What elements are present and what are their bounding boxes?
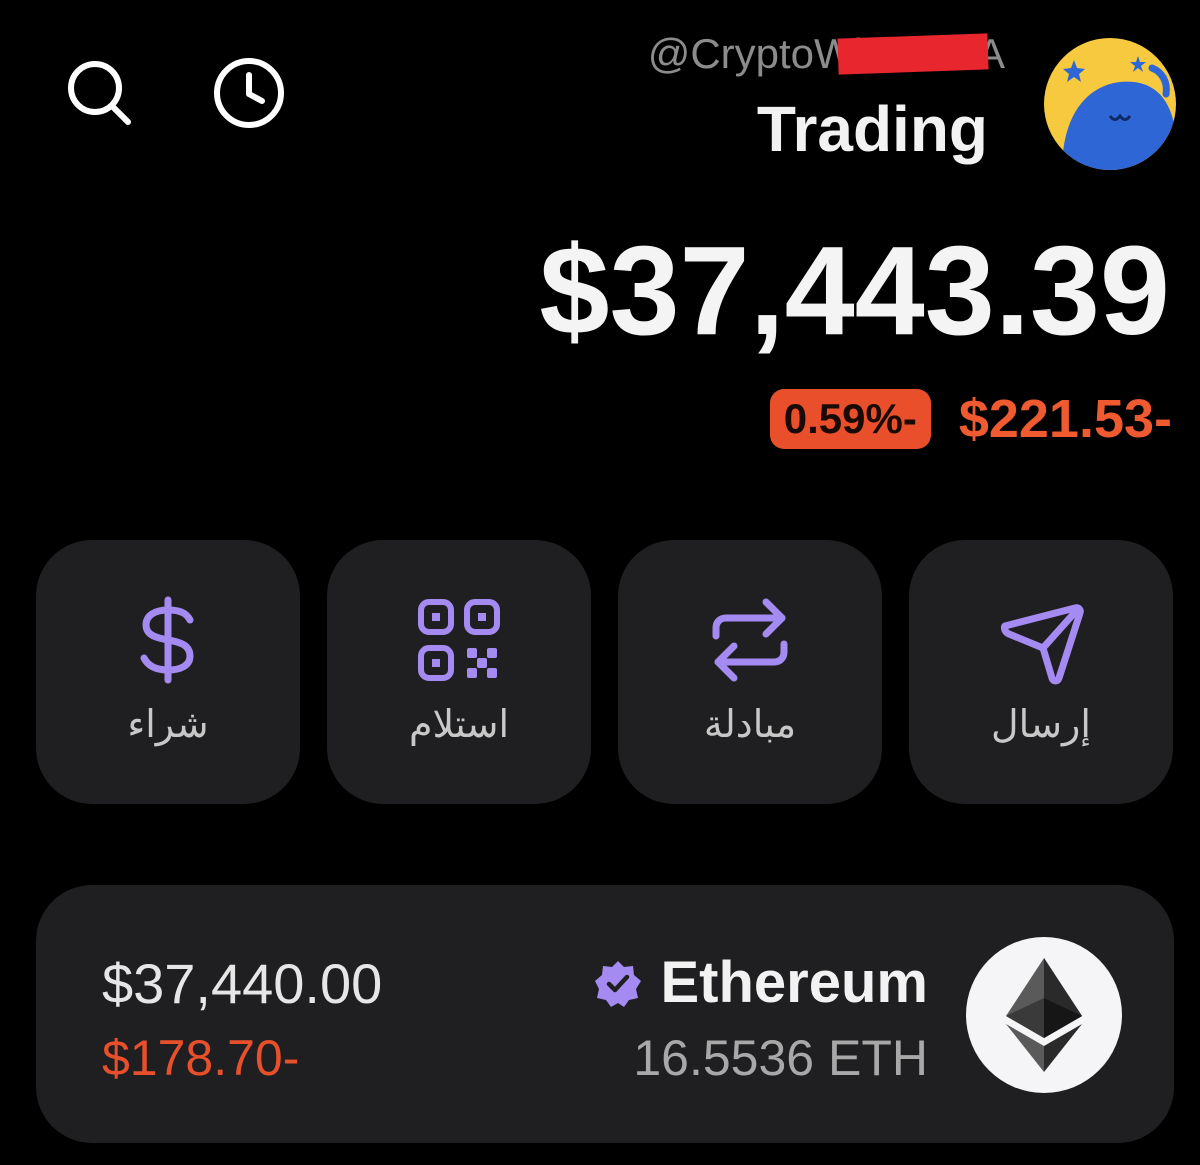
search-button[interactable] [62,55,138,131]
redaction-mark [837,33,989,75]
send-icon [1001,604,1084,685]
asset-name: Ethereum [660,950,928,1015]
swap-button[interactable]: مبادلة [618,540,882,804]
receive-label: استلام [408,702,510,746]
asset-amount: 16.5536 ETH [633,1030,928,1086]
dollar-icon [140,596,194,684]
avatar-image [1044,38,1176,170]
qr-code-icon [418,599,500,681]
verified-badge-icon [594,959,642,1007]
avatar[interactable] [1044,38,1176,170]
change-amount: $221.53- [958,389,1172,449]
asset-name-row: Ethereum [594,949,928,1016]
swap-arrows-icon [712,598,788,682]
asset-row-ethereum[interactable]: $37,440.00 $178.70- Ethereum 16.5536 ETH [36,885,1174,1143]
buy-label: شراء [127,702,209,746]
search-icon [68,61,131,125]
ethereum-icon [1006,958,1082,1072]
account-name[interactable]: Trading [757,92,988,166]
receive-button[interactable]: استلام [327,540,591,804]
swap-label: مبادلة [703,702,797,746]
clock-icon [214,58,284,128]
change-percent-badge: 0.59%- [769,389,931,449]
history-button[interactable] [211,55,287,131]
send-button[interactable]: إرسال [909,540,1173,804]
buy-button[interactable]: شراء [36,540,300,804]
asset-change: $178.70- [102,1030,300,1086]
ethereum-logo [966,937,1122,1093]
send-label: إرسال [991,702,1091,746]
asset-value: $37,440.00 [102,952,383,1015]
total-balance: $37,443.39 [539,220,1170,361]
balance-change-row: 0.59%- $221.53- [769,388,1172,450]
